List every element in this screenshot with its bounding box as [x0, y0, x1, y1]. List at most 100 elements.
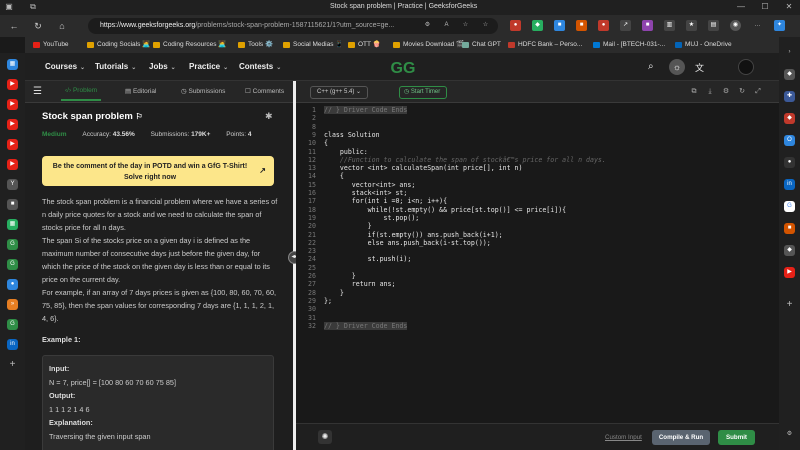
reset-icon[interactable]: ↻: [738, 88, 746, 96]
extension-icon[interactable]: ●: [510, 20, 521, 31]
code-line[interactable]: 32 // } Driver Code Ends: [296, 321, 779, 331]
address-bar[interactable]: https://www.geeksforgeeks.org/problems/s…: [88, 18, 498, 34]
settings-icon[interactable]: ⚙: [784, 429, 795, 440]
language-select[interactable]: C++ (g++ 5.4) ⌄: [310, 86, 369, 99]
tab-submissions[interactable]: ◷ Submissions: [181, 87, 225, 95]
tab-icon[interactable]: »: [7, 299, 18, 310]
extension-icon[interactable]: ■: [642, 20, 653, 31]
gfg-logo[interactable]: GG: [385, 58, 421, 76]
potd-banner[interactable]: Be the comment of the day in POTD and wi…: [42, 156, 274, 186]
nav-practice[interactable]: Practice ⌄: [189, 62, 228, 71]
bookmark-item[interactable]: Movies Download 🎬: [393, 40, 464, 50]
outlook-icon[interactable]: O: [784, 135, 795, 146]
download-icon[interactable]: ⤓: [706, 88, 714, 96]
bookmark-item[interactable]: MUJ - OneDrive: [675, 40, 732, 50]
tools-icon[interactable]: ■: [784, 223, 795, 234]
youtube-icon[interactable]: ▶: [7, 119, 18, 130]
code-line[interactable]: 15 vector<int> ans;: [296, 181, 779, 189]
collections-icon[interactable]: ▤: [708, 20, 719, 31]
custom-input-link[interactable]: Custom Input: [605, 434, 642, 441]
bookmark-item[interactable]: Mail - [BTECH-031-...: [593, 40, 665, 50]
bookmark-icon[interactable]: ⚐: [135, 112, 142, 121]
gfg-icon[interactable]: G: [7, 259, 18, 270]
code-editor[interactable]: 1// } Driver Code Ends 2 8 9 class Solution 1…: [296, 103, 779, 423]
bookmark-item[interactable]: OTT 🍿: [348, 40, 381, 50]
youtube-icon[interactable]: ▶: [7, 99, 18, 110]
translate-icon[interactable]: 文: [695, 61, 704, 74]
code-line[interactable]: 23: [296, 247, 779, 255]
minimize-icon[interactable]: —: [736, 2, 746, 12]
linkedin-icon[interactable]: in: [7, 339, 18, 350]
tools-icon[interactable]: ◆: [784, 245, 795, 256]
back-icon[interactable]: ←: [8, 20, 20, 32]
tools-icon[interactable]: ✚: [784, 91, 795, 102]
copy-icon[interactable]: ⧉: [690, 88, 698, 96]
tab-icon[interactable]: ■: [7, 199, 18, 210]
tab-icon[interactable]: ▦: [7, 59, 18, 70]
tab-icon[interactable]: Y: [7, 179, 18, 190]
tools-icon[interactable]: ◆: [784, 113, 795, 124]
code-line[interactable]: 25: [296, 264, 779, 272]
settings-icon[interactable]: ⚙: [722, 88, 730, 96]
chevron-right-icon[interactable]: ›: [784, 47, 795, 58]
favorites-icon[interactable]: ★: [686, 20, 697, 31]
code-line[interactable]: 10 {: [296, 139, 779, 147]
code-line[interactable]: 31: [296, 314, 779, 322]
bookmark-item[interactable]: Coding Socials 🧑‍💻: [87, 40, 150, 50]
add-icon[interactable]: +: [7, 359, 18, 370]
start-timer-button[interactable]: ◷ Start Timer: [399, 86, 448, 99]
user-avatar[interactable]: [738, 59, 754, 75]
code-line[interactable]: 19 st.pop();: [296, 214, 779, 222]
hint-bulb-icon[interactable]: ✺: [318, 430, 332, 444]
code-line[interactable]: 20 }: [296, 222, 779, 230]
code-line[interactable]: 30: [296, 305, 779, 313]
external-link-icon[interactable]: ↗: [259, 165, 266, 176]
theme-toggle-icon[interactable]: ☼: [669, 59, 685, 75]
github-icon[interactable]: ●: [784, 157, 795, 168]
youtube-icon[interactable]: ▶: [784, 267, 795, 278]
search-icon[interactable]: ⌕: [648, 61, 654, 72]
compile-run-button[interactable]: Compile & Run: [652, 430, 710, 445]
code-line[interactable]: 13 vector <int> calculateSpan(int price[…: [296, 164, 779, 172]
bookmark-item[interactable]: Tools ⚙️: [238, 40, 273, 50]
settings-icon[interactable]: ⚙: [422, 20, 433, 31]
google-icon[interactable]: G: [784, 201, 795, 212]
bookmark-item[interactable]: Social Medias 📱: [283, 40, 343, 50]
nav-courses[interactable]: Courses ⌄: [45, 62, 85, 71]
nav-tutorials[interactable]: Tutorials ⌄: [95, 62, 136, 71]
extension-icon[interactable]: ●: [598, 20, 609, 31]
gfg-icon[interactable]: G: [7, 319, 18, 330]
code-line[interactable]: 2: [296, 114, 779, 122]
nav-jobs[interactable]: Jobs ⌄: [149, 62, 176, 71]
close-icon[interactable]: ✕: [784, 2, 794, 12]
code-line[interactable]: 27 return ans;: [296, 280, 779, 288]
code-line[interactable]: 16 stack<int> st;: [296, 189, 779, 197]
home-icon[interactable]: ⌂: [56, 20, 68, 32]
code-line[interactable]: 24 st.push(i);: [296, 255, 779, 263]
code-line[interactable]: 26 }: [296, 272, 779, 280]
code-line[interactable]: 22 else ans.push_back(i-st.top());: [296, 239, 779, 247]
tab-icon[interactable]: ●: [7, 279, 18, 290]
youtube-icon[interactable]: ▶: [7, 139, 18, 150]
copilot-icon[interactable]: ✦: [774, 20, 785, 31]
submit-button[interactable]: Submit: [718, 430, 755, 445]
code-line[interactable]: 18 while(!st.empty() && price[st.top()] …: [296, 206, 779, 214]
fullscreen-icon[interactable]: ⤢: [754, 88, 762, 96]
code-line[interactable]: 1 // } Driver Code Ends: [296, 106, 779, 115]
nav-contests[interactable]: Contests ⌄: [239, 62, 281, 71]
profile-avatar[interactable]: ◉: [730, 20, 741, 31]
shield-icon[interactable]: ◆: [532, 20, 543, 31]
youtube-icon[interactable]: ▶: [7, 79, 18, 90]
sheets-icon[interactable]: ▦: [7, 219, 18, 230]
star-icon[interactable]: ☆: [460, 20, 471, 31]
refresh-icon[interactable]: ↻: [32, 20, 44, 32]
read-aloud-icon[interactable]: A: [441, 20, 452, 31]
youtube-icon[interactable]: ▶: [7, 159, 18, 170]
code-line[interactable]: 12 //Function to calculate the span of s…: [296, 156, 779, 164]
linkedin-icon[interactable]: in: [784, 179, 795, 190]
code-line[interactable]: 21 if(st.empty()) ans.push_back(i+1);: [296, 231, 779, 239]
bookmark-item[interactable]: YouTube: [33, 40, 69, 50]
extension-icon[interactable]: ↗: [620, 20, 631, 31]
menu-icon[interactable]: ☰: [33, 86, 42, 97]
code-line[interactable]: 14 {: [296, 172, 779, 180]
